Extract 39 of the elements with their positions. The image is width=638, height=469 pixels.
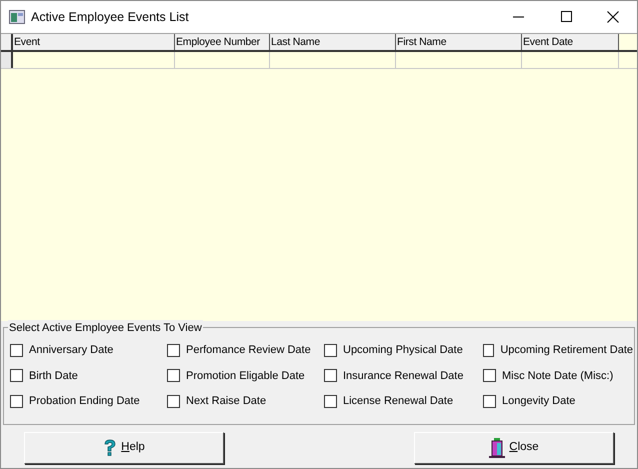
checkbox-label: Insurance Renewal Date — [343, 368, 464, 384]
checkbox-label: Longevity Date — [502, 394, 576, 409]
checkbox-label: Promotion Eligable Date — [186, 368, 305, 384]
group-title: Select Active Employee Events To View — [8, 320, 203, 336]
window-title: Active Employee Events List — [31, 8, 189, 26]
checkbox-label: Misc Note Date (Misc:) — [502, 368, 614, 384]
checkbox-label: Probation Ending Date — [29, 394, 140, 409]
close-icon[interactable] — [607, 11, 619, 23]
checkbox[interactable] — [324, 369, 337, 382]
column-header[interactable]: Event Date — [522, 34, 619, 50]
question-mark-icon — [103, 439, 118, 457]
column-header[interactable]: Last Name — [270, 34, 396, 50]
checkbox-label: Upcoming Physical Date — [343, 343, 463, 358]
checkbox[interactable] — [10, 344, 23, 357]
checkbox-label: Birth Date — [29, 368, 78, 384]
app-icon — [9, 10, 25, 24]
column-header[interactable]: Event — [13, 34, 175, 50]
row-header[interactable] — [1, 52, 13, 68]
checkbox-label: Next Raise Date — [186, 394, 266, 409]
checkbox-label: Upcoming Retirement Date — [500, 343, 633, 358]
door-icon — [489, 438, 506, 458]
checkbox[interactable] — [167, 394, 180, 408]
close-button[interactable]: Close — [414, 432, 614, 464]
help-button[interactable]: Help — [24, 432, 224, 464]
checkbox-label: License Renewal Date — [343, 394, 454, 409]
column-header[interactable]: First Name — [396, 34, 522, 50]
checkbox[interactable] — [324, 394, 337, 408]
checkbox[interactable] — [483, 344, 494, 357]
checkbox[interactable] — [167, 344, 180, 357]
checkbox[interactable] — [10, 394, 23, 408]
checkbox-label: Anniversary Date — [29, 343, 114, 358]
checkbox[interactable] — [10, 369, 23, 382]
maximize-icon[interactable] — [561, 11, 573, 23]
checkbox-label: Perfomance Review Date — [186, 343, 311, 358]
checkbox[interactable] — [167, 369, 180, 382]
column-header[interactable]: Employee Number — [175, 34, 270, 50]
checkbox[interactable] — [483, 369, 496, 382]
checkbox[interactable] — [483, 394, 496, 408]
checkbox[interactable] — [324, 344, 337, 357]
